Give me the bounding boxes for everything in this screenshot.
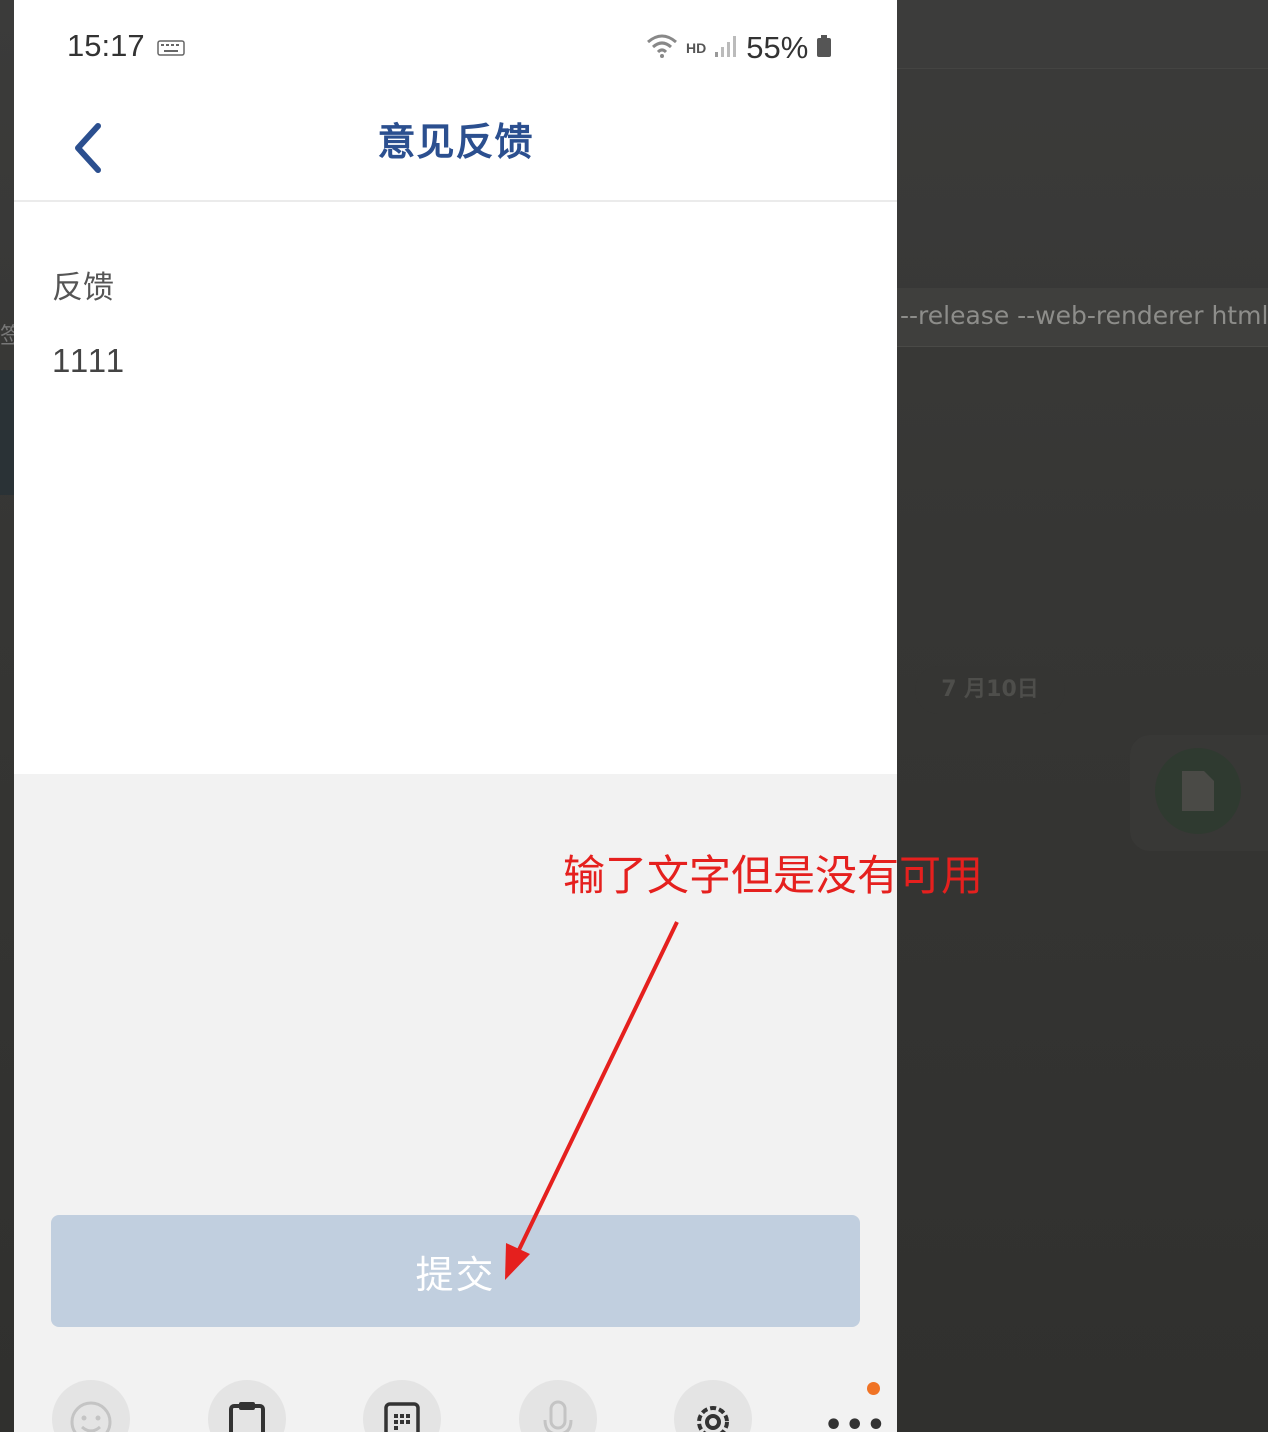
more-icon[interactable]: •••: [824, 1408, 888, 1432]
background-left-edge: [0, 370, 14, 495]
status-time: 15:17: [67, 28, 145, 63]
keypad-icon[interactable]: [363, 1380, 441, 1432]
network-label: HD: [686, 40, 707, 56]
wifi-icon: [646, 33, 678, 63]
feedback-label: 反馈: [52, 270, 114, 306]
notification-badge: [867, 1382, 880, 1395]
battery-icon: [816, 34, 832, 62]
file-icon: [1155, 748, 1241, 834]
annotation-text: 输了文字但是没有可用: [563, 851, 984, 900]
navigation-bar: 意见反馈: [14, 100, 897, 202]
settings-icon[interactable]: [674, 1380, 752, 1432]
submit-button[interactable]: 提交: [51, 1215, 860, 1327]
keyboard-toolbar: •••: [14, 1372, 897, 1432]
feedback-form: 反馈: [14, 202, 897, 774]
emoji-icon[interactable]: [52, 1380, 130, 1432]
background-command-text: --release --web-renderer html: [900, 301, 1268, 330]
battery-percent: 55%: [746, 30, 809, 65]
microphone-icon[interactable]: [519, 1380, 597, 1432]
background-date-label: 7 月10日: [941, 677, 1039, 702]
background-toolbar: [897, 0, 1268, 69]
status-bar: 15:17 HD 55%: [14, 0, 897, 100]
clipboard-icon[interactable]: [208, 1380, 286, 1432]
page-title: 意见反馈: [377, 120, 534, 164]
feedback-input[interactable]: [52, 342, 852, 380]
background-left-glyph: 签: [0, 324, 14, 348]
keyboard-icon: [157, 40, 185, 60]
phone-screen: 15:17 HD 55% 意见反馈 反馈 1111 提交 •••: [14, 0, 897, 1432]
status-indicators: HD 55%: [646, 28, 832, 68]
signal-icon: [714, 34, 738, 62]
